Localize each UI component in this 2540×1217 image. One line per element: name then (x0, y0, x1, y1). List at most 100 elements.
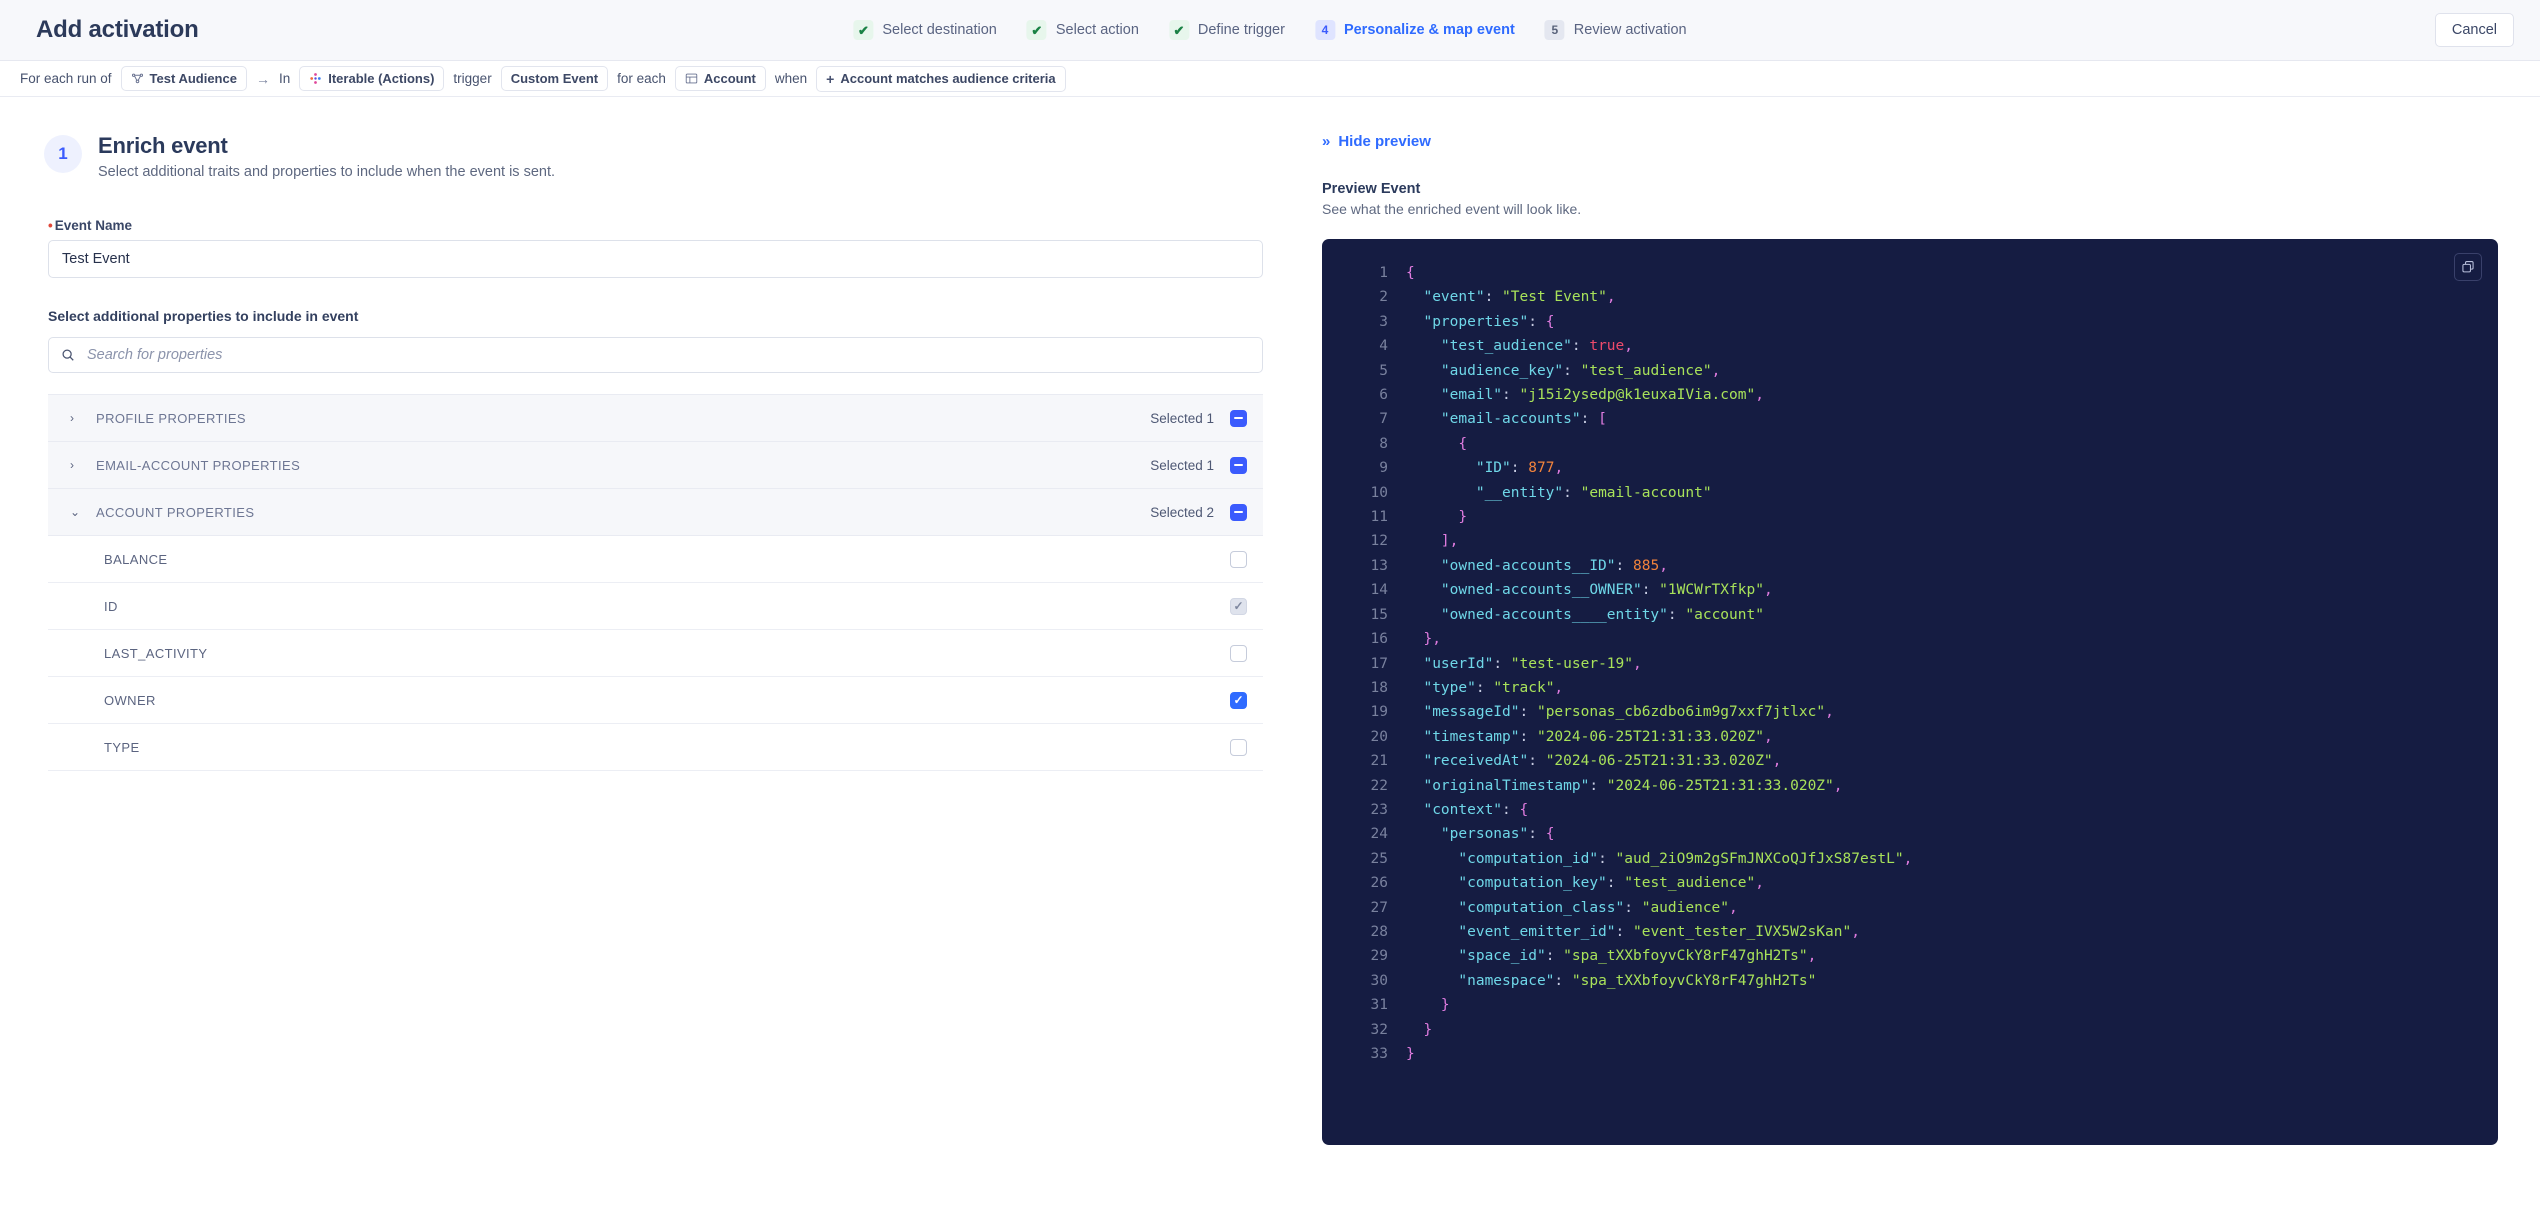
property-item-row[interactable]: BALANCE (48, 536, 1263, 583)
code-line: 30 "namespace": "spa_tXXbfoyvCkY8rF47ghH… (1342, 969, 2498, 993)
line-number: 10 (1370, 484, 1388, 501)
cancel-button[interactable]: Cancel (2434, 13, 2514, 47)
property-item-row[interactable]: OWNER (48, 677, 1263, 724)
code-token: : (1528, 826, 1546, 843)
line-number: 25 (1370, 850, 1388, 867)
breadcrumb: For each run of Test Audience → In Itera… (0, 61, 2540, 97)
wizard-step-2[interactable]: ✔ Select action (1026, 20, 1139, 40)
property-item-checkbox (1230, 597, 1247, 615)
code-token: , (1554, 679, 1564, 696)
property-group-label: EMAIL-ACCOUNT PROPERTIES (96, 457, 301, 473)
wizard-step-label: Select destination (882, 22, 997, 38)
wizard-step-4[interactable]: 4 Personalize & map event (1314, 20, 1515, 40)
code-line: 21 "receivedAt": "2024-06-25T21:31:33.02… (1342, 749, 2498, 773)
property-group-checkbox[interactable] (1230, 503, 1247, 521)
preview-pane: » Hide preview Preview Event See what th… (1290, 97, 2540, 1217)
property-item-row[interactable]: LAST_ACTIVITY (48, 630, 1263, 677)
line-number: 32 (1370, 1021, 1388, 1038)
code-token: "computation_class" (1406, 899, 1625, 916)
code-line: 5 "audience_key": "test_audience", (1342, 359, 2498, 383)
property-item-label: ID (104, 598, 118, 614)
code-line: 1{ (1342, 261, 2498, 285)
property-group-row[interactable]: › PROFILE PROPERTIES Selected 1 (48, 395, 1263, 442)
property-group-row[interactable]: › EMAIL-ACCOUNT PROPERTIES Selected 1 (48, 442, 1263, 489)
breadcrumb-chip-entity-label: Account (703, 71, 756, 86)
line-number: 8 (1379, 435, 1388, 452)
line-number: 26 (1370, 875, 1388, 892)
breadcrumb-in-word: In (278, 71, 291, 86)
property-item-label: TYPE (104, 739, 140, 755)
code-line: 33} (1342, 1042, 2498, 1066)
search-input[interactable] (87, 338, 1262, 372)
code-token: "1WCWrTXfkp" (1659, 582, 1764, 599)
line-number: 29 (1370, 948, 1388, 965)
breadcrumb-chip-audience[interactable]: Test Audience (120, 66, 247, 91)
line-number: 18 (1370, 679, 1388, 696)
code-token: }, (1406, 631, 1441, 648)
line-number: 28 (1370, 923, 1388, 940)
line-number: 21 (1370, 753, 1388, 770)
code-token: : (1598, 850, 1616, 867)
code-token: "j15i2ysedp@k1euxaIVia.com" (1519, 387, 1756, 404)
chevron-right-icon[interactable]: › (70, 411, 96, 425)
wizard-step-3[interactable]: ✔ Define trigger (1168, 20, 1285, 40)
property-item-checkbox[interactable] (1230, 738, 1247, 756)
code-token: , (1755, 387, 1764, 404)
copy-icon[interactable] (2454, 253, 2482, 281)
property-group-checkbox[interactable] (1230, 409, 1247, 427)
property-item-row[interactable]: ID (48, 583, 1263, 630)
property-item-checkbox[interactable] (1230, 550, 1247, 568)
code-token: : (1641, 582, 1660, 599)
property-group-row[interactable]: ⌄ ACCOUNT PROPERTIES Selected 2 (48, 489, 1263, 536)
hide-preview-toggle[interactable]: » Hide preview (1322, 133, 1431, 150)
preview-code-block: 1{2 "event": "Test Event", 3 "properties"… (1322, 239, 2498, 1145)
step-number: 5 (1544, 20, 1565, 40)
wizard-step-label: Select action (1055, 22, 1139, 38)
code-token: , (1755, 875, 1764, 892)
breadcrumb-chip-criteria[interactable]: + Account matches audience criteria (816, 65, 1066, 92)
code-token: { (1406, 265, 1415, 281)
code-line: 27 "computation_class": "audience", (1342, 896, 2498, 920)
code-token: "personas_cb6zdbo6im9g7xxf7jtlxc" (1536, 704, 1826, 721)
code-line: 11 } (1342, 505, 2498, 529)
breadcrumb-chip-event[interactable]: Custom Event (500, 66, 609, 91)
code-token: "spa_tXXbfoyvCkY8rF47ghH2Ts" (1563, 948, 1808, 965)
property-search-row[interactable] (48, 337, 1263, 373)
code-token: } (1406, 509, 1468, 526)
code-line: 26 "computation_key": "test_audience", (1342, 871, 2498, 895)
code-token: , (1833, 777, 1843, 794)
code-token: "namespace" (1406, 972, 1555, 989)
property-item-label: OWNER (104, 692, 156, 708)
line-number: 22 (1370, 777, 1388, 794)
main-content: 1 Enrich event Select additional traits … (0, 97, 2540, 1217)
line-number: 11 (1370, 509, 1388, 526)
line-number: 20 (1370, 728, 1388, 745)
property-item-checkbox[interactable] (1230, 644, 1247, 662)
code-token: "event_emitter_id" (1406, 923, 1616, 940)
code-token: "account" (1685, 606, 1764, 623)
breadcrumb-chip-entity[interactable]: Account (674, 66, 766, 91)
breadcrumb-chip-audience-label: Test Audience (149, 71, 237, 86)
preview-subtitle: See what the enriched event will look li… (1322, 201, 1582, 217)
code-token: "aud_2iO9m2gSFmJNXCoQJfJxS87estL" (1615, 850, 1904, 867)
code-line: 14 "owned-accounts__OWNER": "1WCWrTXfkp"… (1342, 578, 2498, 602)
line-number: 19 (1370, 704, 1388, 721)
wizard-step-1[interactable]: ✔ Select destination (853, 20, 997, 40)
code-token: , (1825, 704, 1834, 721)
breadcrumb-chip-destination[interactable]: Iterable (Actions) (299, 66, 445, 91)
event-name-input[interactable] (48, 240, 1263, 278)
wizard-step-5[interactable]: 5 Review activation (1544, 20, 1687, 40)
code-token: : (1667, 606, 1686, 623)
chevron-right-icon[interactable]: › (70, 458, 96, 472)
code-line: 2 "event": "Test Event", (1342, 285, 2498, 309)
code-token: "Test Event" (1502, 289, 1607, 306)
check-icon: ✔ (853, 20, 874, 40)
property-item-checkbox[interactable] (1230, 691, 1247, 709)
chevron-down-icon[interactable]: ⌄ (70, 505, 96, 519)
code-token: "audience_key" (1406, 362, 1564, 379)
property-item-row[interactable]: TYPE (48, 724, 1263, 771)
line-number: 9 (1379, 460, 1388, 477)
code-token: , (1807, 948, 1817, 965)
property-group-checkbox[interactable] (1230, 456, 1247, 474)
code-token: , (1554, 460, 1564, 477)
